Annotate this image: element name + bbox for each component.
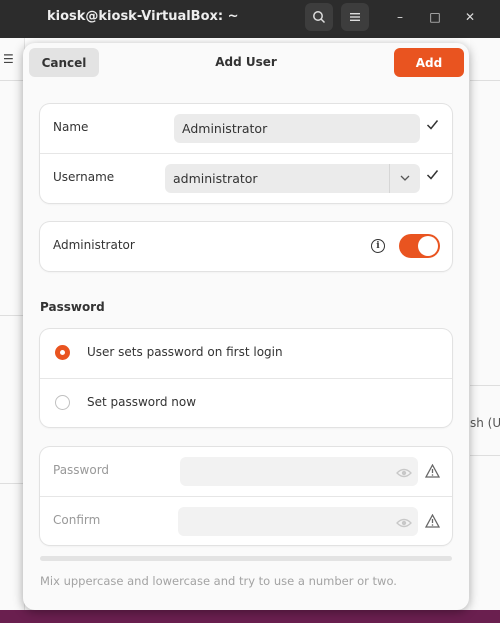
password-option-set-now[interactable]: Set password now: [40, 378, 452, 428]
background-divider: [470, 80, 500, 81]
password-field: [180, 457, 418, 486]
password-section-title: Password: [40, 300, 105, 314]
background-right-panel: [470, 38, 500, 623]
username-label: Username: [53, 170, 115, 184]
confirm-row: Confirm: [40, 496, 452, 546]
eye-icon: [396, 464, 412, 478]
hamburger-icon[interactable]: [341, 3, 369, 31]
password-strength-bar: [40, 556, 452, 561]
administrator-row: Administrator i: [40, 222, 452, 271]
switch-knob: [418, 236, 438, 256]
confirm-field: [178, 507, 418, 536]
add-button[interactable]: Add: [394, 48, 464, 77]
name-label: Name: [53, 120, 89, 134]
password-hint: Mix uppercase and lowercase and try to u…: [40, 574, 397, 588]
username-row: Username administrator: [40, 153, 452, 203]
chevron-down-icon[interactable]: [389, 164, 420, 193]
background-sidebar: [0, 38, 25, 623]
warning-icon: [424, 513, 441, 528]
terminal-titlebar: kiosk@kiosk-VirtualBox: ~ – □ ✕: [0, 0, 500, 38]
search-icon[interactable]: [305, 3, 333, 31]
password-option-first-login[interactable]: User sets password on first login: [40, 329, 452, 378]
radio-label: Set password now: [87, 395, 197, 409]
administrator-card: Administrator i: [40, 222, 452, 271]
background-divider: [0, 483, 24, 484]
background-divider: [470, 455, 500, 456]
check-icon: [425, 168, 439, 182]
desktop-background: [0, 610, 500, 623]
password-label: Password: [53, 463, 110, 477]
minimize-icon[interactable]: –: [391, 8, 409, 26]
administrator-label: Administrator: [53, 238, 135, 252]
password-row: Password: [40, 447, 452, 496]
check-icon: [425, 118, 439, 132]
password-options-card: User sets password on first login Set pa…: [40, 329, 452, 427]
background-menu-icon: ☰: [3, 52, 14, 66]
name-field[interactable]: Administrator: [174, 114, 420, 143]
radio-button-unselected[interactable]: [55, 395, 70, 410]
warning-icon: [424, 463, 441, 478]
name-row: Name Administrator: [40, 104, 452, 153]
maximize-icon[interactable]: □: [426, 8, 444, 26]
administrator-switch[interactable]: [399, 234, 440, 258]
background-divider: [470, 385, 500, 386]
background-text: sh (Ur: [470, 416, 500, 430]
background-divider: [0, 80, 24, 81]
close-icon[interactable]: ✕: [461, 8, 479, 26]
add-user-dialog: Cancel Add User Add Name Administrator U…: [23, 43, 469, 610]
confirm-label: Confirm: [53, 513, 101, 527]
radio-button-selected[interactable]: [55, 345, 70, 360]
radio-label: User sets password on first login: [87, 345, 283, 359]
info-icon[interactable]: i: [371, 239, 385, 253]
background-divider: [0, 315, 24, 316]
password-fields-card: Password Confirm: [40, 447, 452, 545]
identity-card: Name Administrator Username administrato…: [40, 104, 452, 203]
eye-icon: [396, 514, 412, 528]
window-title: kiosk@kiosk-VirtualBox: ~: [47, 9, 239, 24]
username-combo-entry[interactable]: administrator: [165, 164, 389, 193]
